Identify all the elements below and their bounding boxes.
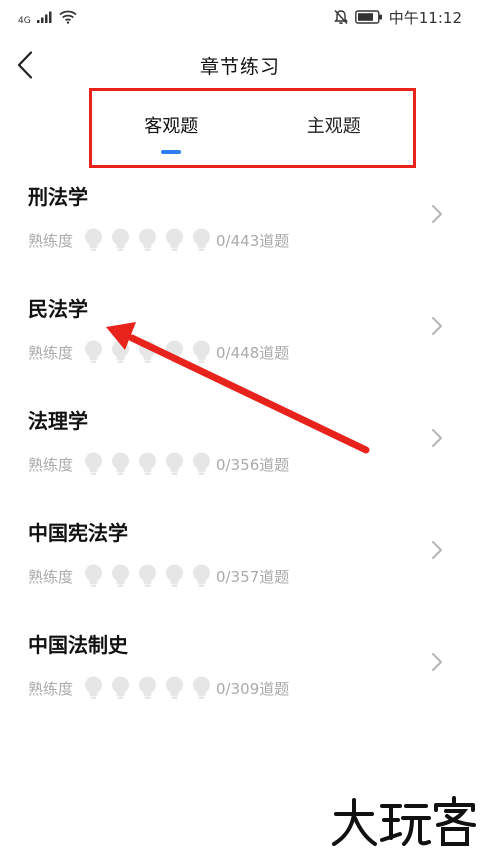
chevron-right-icon	[432, 541, 442, 559]
lightbulb-icon	[112, 228, 130, 251]
lightbulb-icon	[85, 340, 103, 363]
chapter-item-criminal-law[interactable]: 刑法学 熟练度 0/443道题	[0, 168, 480, 280]
lightbulb-icon	[85, 228, 103, 251]
progress-row: 熟练度 0/448道题	[28, 340, 289, 364]
chapter-title: 民法学	[28, 297, 88, 321]
lightbulb-icon	[139, 340, 157, 363]
chapter-title: 中国法制史	[28, 633, 128, 657]
chapter-list: 刑法学 熟练度 0/443道题 民法学 熟练度 0/448道题 法理学 熟练度 …	[0, 168, 480, 728]
lightbulb-icon	[139, 564, 157, 587]
progress-label: 熟练度	[28, 679, 74, 698]
progress-count: 0/309道题	[216, 679, 290, 698]
lightbulb-icon	[193, 676, 211, 699]
chevron-right-icon	[432, 653, 442, 671]
battery-icon	[354, 10, 382, 24]
lightbulb-icon	[193, 452, 211, 475]
lightbulb-icon	[166, 564, 184, 587]
back-button[interactable]	[10, 48, 40, 82]
progress-label: 熟练度	[28, 231, 74, 250]
lightbulb-icon	[166, 228, 184, 251]
progress-count: 0/443道题	[216, 231, 290, 250]
progress-count: 0/357道题	[216, 567, 290, 586]
chapter-item-constitutional-law[interactable]: 中国宪法学 熟练度 0/357道题	[0, 504, 480, 616]
tab-subjective-label: 主观题	[306, 116, 361, 137]
status-bar: 4G 中午11:12	[0, 0, 480, 34]
progress-row: 熟练度 0/309道题	[28, 676, 289, 700]
lightbulb-icon	[166, 452, 184, 475]
lightbulb-icon	[112, 452, 130, 475]
watermark-logo	[332, 796, 476, 846]
lightbulb-icon	[85, 564, 103, 587]
chapter-item-legal-history[interactable]: 中国法制史 熟练度 0/309道题	[0, 616, 480, 728]
proficiency-bulbs	[83, 340, 212, 364]
lightbulb-icon	[139, 452, 157, 475]
lightbulb-icon	[112, 564, 130, 587]
progress-count: 0/356道题	[216, 455, 290, 474]
tab-bar: 客观题 主观题	[90, 90, 415, 166]
page-title: 章节练习	[199, 55, 280, 78]
network-type: 4G	[18, 16, 31, 26]
lightbulb-icon	[139, 228, 157, 251]
chapter-item-civil-law[interactable]: 民法学 熟练度 0/448道题	[0, 280, 480, 392]
mute-icon	[333, 10, 348, 24]
signal-icon	[36, 11, 52, 23]
proficiency-bulbs	[83, 676, 212, 700]
lightbulb-icon	[193, 340, 211, 363]
chevron-right-icon	[432, 205, 442, 223]
status-time: 中午11:12	[388, 8, 462, 27]
chevron-right-icon	[432, 317, 442, 335]
chevron-right-icon	[432, 429, 442, 447]
tab-objective[interactable]: 客观题	[90, 90, 253, 166]
header: 章节练习	[0, 34, 480, 96]
progress-row: 熟练度 0/357道题	[28, 564, 289, 588]
progress-row: 熟练度 0/356道题	[28, 452, 289, 476]
progress-label: 熟练度	[28, 343, 74, 362]
chapter-title: 中国宪法学	[28, 521, 128, 545]
progress-row: 熟练度 0/443道题	[28, 228, 289, 252]
status-right: 中午11:12	[333, 7, 462, 28]
chapter-title: 刑法学	[28, 185, 88, 209]
chevron-left-icon	[17, 51, 33, 79]
lightbulb-icon	[112, 676, 130, 699]
proficiency-bulbs	[83, 228, 212, 252]
tab-subjective[interactable]: 主观题	[253, 90, 416, 166]
proficiency-bulbs	[83, 564, 212, 588]
progress-label: 熟练度	[28, 567, 74, 586]
chapter-item-jurisprudence[interactable]: 法理学 熟练度 0/356道题	[0, 392, 480, 504]
tab-active-indicator	[161, 150, 182, 154]
wifi-icon	[59, 10, 77, 24]
lightbulb-icon	[193, 564, 211, 587]
lightbulb-icon	[112, 340, 130, 363]
tab-objective-label: 客观题	[144, 116, 199, 137]
progress-label: 熟练度	[28, 455, 74, 474]
lightbulb-icon	[139, 676, 157, 699]
progress-count: 0/448道题	[216, 343, 290, 362]
lightbulb-icon	[193, 228, 211, 251]
proficiency-bulbs	[83, 452, 212, 476]
status-left: 4G	[18, 8, 77, 26]
lightbulb-icon	[85, 452, 103, 475]
lightbulb-icon	[166, 340, 184, 363]
lightbulb-icon	[85, 676, 103, 699]
chapter-title: 法理学	[28, 409, 88, 433]
lightbulb-icon	[166, 676, 184, 699]
